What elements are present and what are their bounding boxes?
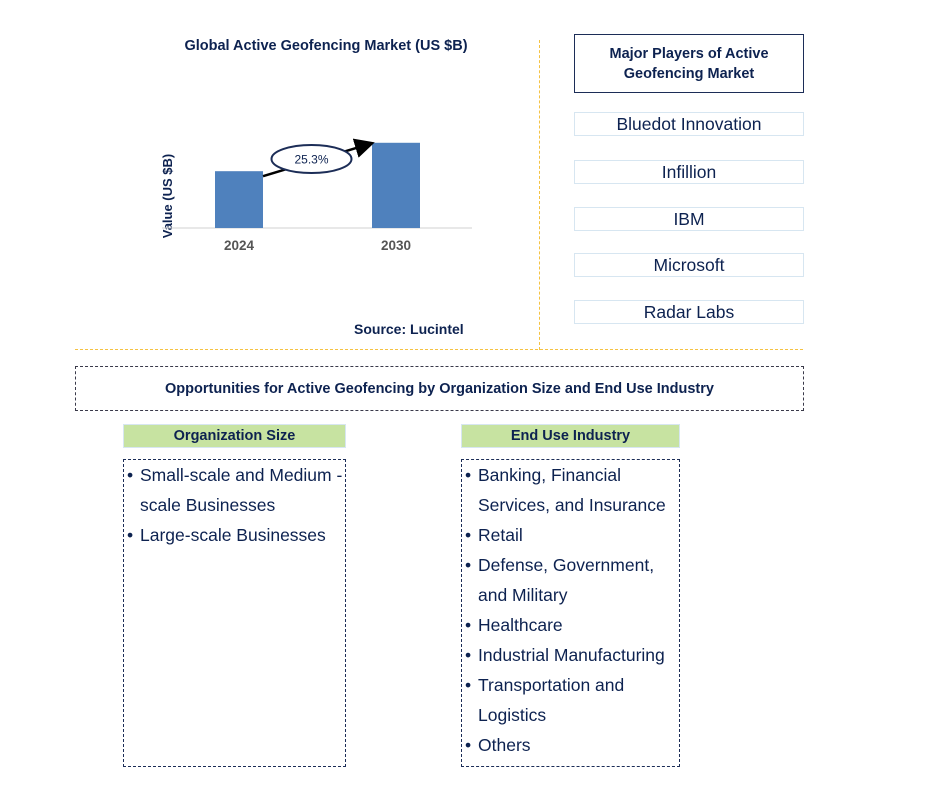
opportunities-title: Opportunities for Active Geofencing by O… <box>75 366 804 411</box>
category-list-organization-size: Small-scale and Medium -scale Businesses… <box>123 459 346 767</box>
source-label: Source: Lucintel <box>354 321 464 337</box>
category-header-end-use-industry: End Use Industry <box>461 424 680 448</box>
y-axis-label: Value (US $B) <box>160 154 175 239</box>
cagr-label: 25.3% <box>294 152 328 166</box>
bar-2030 <box>372 142 420 228</box>
list-item: Others <box>465 730 679 760</box>
bar-2024 <box>215 171 263 228</box>
list-item: Large-scale Businesses <box>127 520 345 550</box>
chart-title: Global Active Geofencing Market (US $B) <box>184 38 468 54</box>
bar-chart: Value (US $B) 2024 2030 25.3% <box>160 138 472 253</box>
vertical-divider <box>539 40 540 350</box>
list-item: Industrial Manufacturing <box>465 640 679 670</box>
list-item: Retail <box>465 520 679 550</box>
list-item: Healthcare <box>465 610 679 640</box>
player-item: Bluedot Innovation <box>574 112 804 136</box>
category-list-end-use-industry: Banking, Financial Services, and Insuran… <box>461 459 680 767</box>
player-item: Radar Labs <box>574 300 804 324</box>
horizontal-divider <box>75 349 803 350</box>
player-item: Microsoft <box>574 253 804 277</box>
x-tick-label: 2024 <box>224 238 255 253</box>
category-header-organization-size: Organization Size <box>123 424 346 448</box>
list-item: Defense, Government, and Military <box>465 550 679 610</box>
list-item: Transportation and Logistics <box>465 670 679 730</box>
player-item: IBM <box>574 207 804 231</box>
list-item: Banking, Financial Services, and Insuran… <box>465 460 679 520</box>
x-tick-label: 2030 <box>381 238 411 253</box>
players-title: Major Players of Active Geofencing Marke… <box>574 34 804 93</box>
player-item: Infillion <box>574 160 804 184</box>
list-item: Small-scale and Medium -scale Businesses <box>127 460 345 520</box>
